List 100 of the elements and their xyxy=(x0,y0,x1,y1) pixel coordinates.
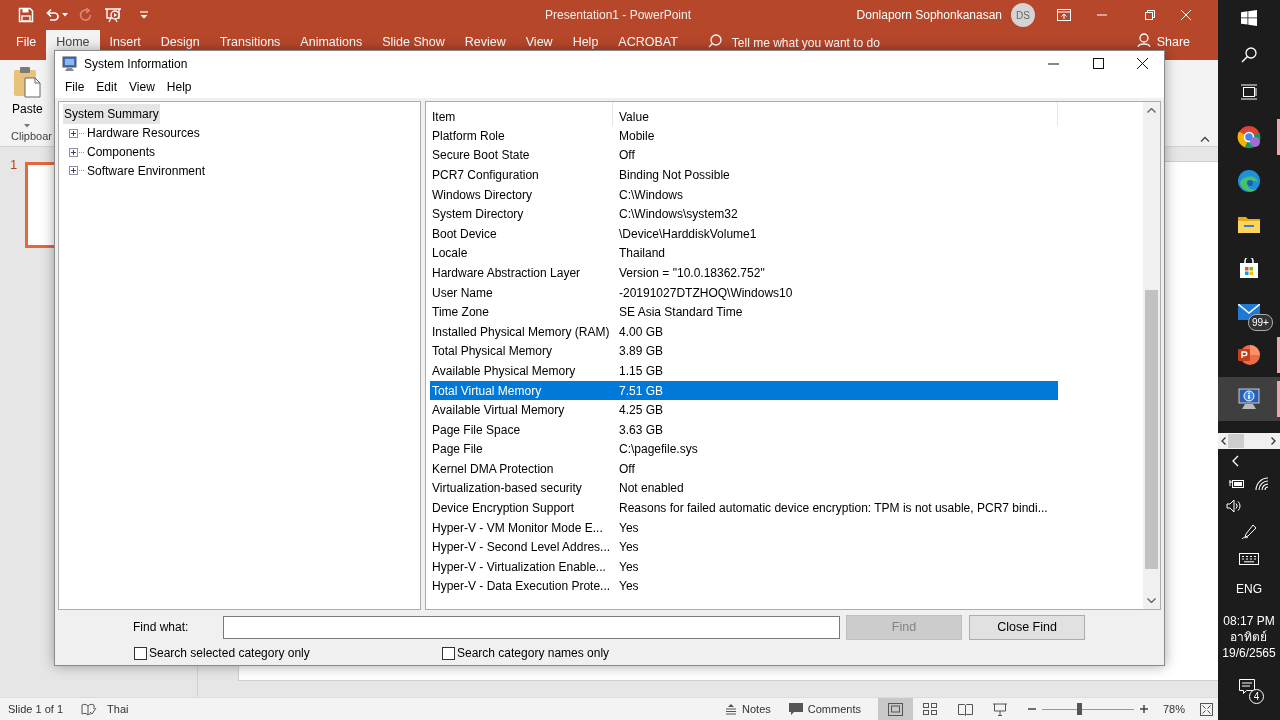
table-row[interactable]: Hardware Abstraction Layer Version = "10.0.18362.752" xyxy=(430,263,1143,283)
ribbon-tab[interactable]: File xyxy=(6,30,47,60)
pen-icon[interactable] xyxy=(1241,523,1257,540)
column-header[interactable]: Item xyxy=(426,102,613,126)
tree-item[interactable]: Software Environment xyxy=(87,161,206,180)
checkbox-label[interactable]: Search selected category only xyxy=(149,644,310,662)
clock-date[interactable]: 19/6/2565 xyxy=(1222,644,1276,661)
scroll-left-icon[interactable] xyxy=(1221,436,1226,445)
tree-item[interactable]: Components xyxy=(87,143,156,162)
chevron-left-icon[interactable] xyxy=(1232,454,1239,467)
ribbon-tab[interactable]: Help xyxy=(562,30,609,60)
restore-icon[interactable] xyxy=(1145,10,1155,20)
scrollbar[interactable] xyxy=(1143,102,1160,609)
ribbon-tab[interactable]: Slide Show xyxy=(372,30,455,60)
table-row[interactable]: Hyper-V - VM Monitor Mode E... Yes xyxy=(430,517,1143,538)
table-row[interactable]: Boot Device \Device\HarddiskVolume1 xyxy=(430,223,1143,244)
input-language[interactable]: ENG xyxy=(1236,579,1262,598)
ribbon-tab[interactable]: Review xyxy=(454,30,516,60)
table-row[interactable]: Installed Physical Memory (RAM) 4.00 GB xyxy=(430,321,1143,342)
horizontal-scrollbar[interactable] xyxy=(1218,432,1280,449)
scroll-up-icon[interactable] xyxy=(1147,108,1156,113)
scroll-thumb[interactable] xyxy=(1145,290,1158,569)
save-icon[interactable] xyxy=(18,7,34,23)
table-row[interactable]: Platform Role Mobile xyxy=(430,126,1143,146)
find-field[interactable] xyxy=(223,615,840,639)
share-button[interactable]: Share xyxy=(1126,30,1200,60)
undo-icon[interactable] xyxy=(44,7,60,23)
table-row[interactable]: Available Physical Memory 1.15 GB xyxy=(430,361,1143,381)
ribbon-tab[interactable]: Transitions xyxy=(209,30,291,60)
table-row[interactable]: Total Virtual Memory 7.51 GB xyxy=(430,380,1058,401)
notification-button[interactable]: 4 xyxy=(1237,676,1261,701)
table-row[interactable]: Page File C:\pagefile.sys xyxy=(430,439,1143,460)
tree-item[interactable]: Hardware Resources xyxy=(87,124,200,143)
expand-icon[interactable] xyxy=(69,166,78,176)
notes-button[interactable]: Notes xyxy=(725,700,771,718)
minimize-icon[interactable] xyxy=(1048,62,1059,65)
language-status[interactable]: Thai xyxy=(107,700,129,718)
menu-item[interactable]: Edit xyxy=(90,78,124,96)
table-row[interactable]: User Name -20191027DTZHOQ\Windows10 xyxy=(430,282,1143,303)
fit-to-window-icon[interactable] xyxy=(1200,702,1213,716)
ribbon-tab[interactable]: View xyxy=(515,30,563,60)
table-row[interactable]: Hyper-V - Data Execution Prote... Yes xyxy=(430,576,1143,597)
spell-check-icon[interactable] xyxy=(81,702,98,716)
close-find-button[interactable]: Close Find xyxy=(969,614,1085,640)
ribbon-tab[interactable]: ACROBAT xyxy=(608,30,688,60)
battery-icon[interactable] xyxy=(1229,477,1245,490)
close-icon[interactable] xyxy=(1137,58,1148,69)
menu-item[interactable]: File xyxy=(59,78,91,96)
table-row[interactable]: Windows Directory C:\Windows xyxy=(430,184,1143,205)
checkbox-label[interactable]: Search category names only xyxy=(457,644,610,662)
zoom-in-icon[interactable] xyxy=(1139,705,1148,713)
volume-icon[interactable] xyxy=(1226,498,1242,513)
scroll-down-icon[interactable] xyxy=(1147,598,1156,603)
table-row[interactable]: Total Physical Memory 3.89 GB xyxy=(430,341,1143,362)
table-row[interactable]: Secure Boot State Off xyxy=(430,145,1143,166)
clock-day[interactable]: อาทิตย์ xyxy=(1230,628,1268,645)
table-row[interactable]: Hyper-V - Virtualization Enable... Yes xyxy=(430,557,1143,577)
tree-item[interactable]: System Summary xyxy=(63,104,160,124)
scroll-right-icon[interactable] xyxy=(1271,436,1276,445)
menu-item[interactable]: View xyxy=(123,78,161,96)
avatar[interactable]: DS xyxy=(1011,3,1035,27)
table-row[interactable]: Page File Space 3.63 GB xyxy=(430,419,1143,440)
checkbox[interactable] xyxy=(134,646,147,660)
checkbox[interactable] xyxy=(442,646,455,660)
customize-icon[interactable] xyxy=(140,11,148,19)
comments-button[interactable]: Comments xyxy=(788,700,861,718)
scroll-thumb[interactable] xyxy=(1228,433,1244,448)
tell-me-field[interactable]: Tell me what you want to do xyxy=(731,34,880,52)
menu-item[interactable]: Help xyxy=(160,78,198,96)
slider-thumb[interactable] xyxy=(1076,703,1082,715)
table-row[interactable]: Kernel DMA Protection Off xyxy=(430,459,1143,479)
paste-button[interactable]: Paste xyxy=(0,60,43,126)
caret-icon[interactable] xyxy=(62,13,68,17)
clock-time[interactable]: 08:17 PM xyxy=(1223,612,1275,629)
table-row[interactable]: Time Zone SE Asia Standard Time xyxy=(430,302,1143,322)
expand-icon[interactable] xyxy=(69,147,78,157)
column-header[interactable]: Value xyxy=(613,102,1058,126)
collapse-ribbon-icon[interactable] xyxy=(1200,136,1210,142)
normal-view-button[interactable] xyxy=(877,698,913,720)
zoom-level[interactable]: 78% xyxy=(1162,700,1185,718)
task-view-icon[interactable] xyxy=(1241,84,1257,100)
table-row[interactable]: Available Virtual Memory 4.25 GB xyxy=(430,400,1143,420)
taskbar-button[interactable]: 99+ xyxy=(1218,289,1280,334)
wifi-icon[interactable] xyxy=(1255,476,1269,491)
keyboard-icon[interactable] xyxy=(1239,552,1259,565)
slideshow-view-icon xyxy=(992,702,1008,716)
table-row[interactable]: PCR7 Configuration Binding Not Possible xyxy=(430,165,1143,185)
table-row[interactable]: Virtualization-based security Not enabled xyxy=(430,478,1143,499)
search-icon[interactable] xyxy=(1241,47,1257,63)
ribbon-tab[interactable]: Animations xyxy=(290,30,373,60)
expand-icon[interactable] xyxy=(69,128,78,138)
maximize-icon[interactable] xyxy=(1093,58,1104,69)
windows-logo-icon[interactable] xyxy=(1241,10,1257,26)
ribbon-display-icon[interactable] xyxy=(1057,9,1071,21)
table-row[interactable]: Locale Thailand xyxy=(430,243,1143,264)
table-row[interactable]: System Directory C:\Windows\system32 xyxy=(430,204,1143,224)
slideshow-icon[interactable] xyxy=(104,7,122,23)
search-icon[interactable] xyxy=(707,34,722,48)
table-row[interactable]: Hyper-V - Second Level Addres... Yes xyxy=(430,537,1143,558)
table-row[interactable]: Device Encryption Support Reasons for failed automatic device encryption: TPM is not usable, PCR7 bindi... xyxy=(430,498,1143,518)
